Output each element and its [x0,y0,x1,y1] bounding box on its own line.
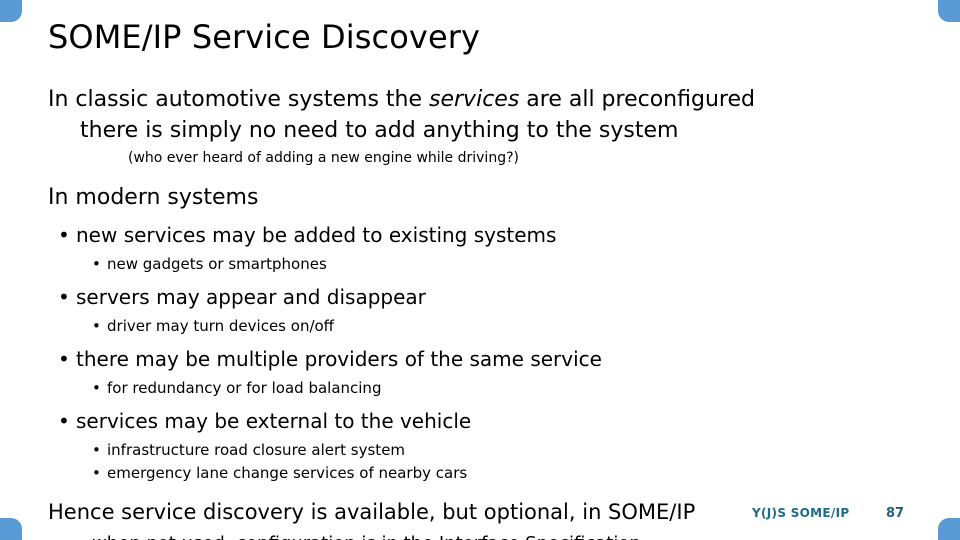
list-item: • services may be external to the vehicle [48,407,928,435]
bullet-dot-icon: • [58,409,70,433]
bullet-dot-icon: • [58,347,70,371]
intro-line-1-prefix: In classic automotive systems the [48,87,430,112]
intro-parenthetical-note: (who ever heard of adding a new engine w… [128,150,519,166]
bullet-dot-icon: • [92,317,101,335]
corner-decoration-bottom-left [0,518,22,540]
list-item: • there may be multiple providers of the … [48,345,928,373]
list-item-label: services may be external to the vehicle [76,409,472,433]
list-item-label: there may be multiple providers of the s… [76,347,602,371]
list-item-label: infrastructure road closure alert system [107,441,406,459]
list-item: • new services may be added to existing s… [48,221,928,249]
conclusion-line-2: when not used, configuration is in the I… [48,531,928,540]
list-item: • emergency lane change services of nearb… [48,462,928,484]
bullet-dot-icon: • [92,441,101,459]
intro-line-1-emphasis: services [429,87,520,112]
bullet-dot-icon: • [92,464,101,482]
bullet-dot-icon: • [92,255,101,273]
intro-line-1-suffix: are all preconfigured [519,87,755,112]
slide: SOME/IP Service Discovery In classic aut… [0,0,960,540]
list-item: • servers may appear and disappear [48,283,928,311]
footer-brand: Y(J)S SOME/IP [752,506,850,520]
list-item: • new gadgets or smartphones [48,253,928,275]
list-item-label: servers may appear and disappear [76,285,426,309]
list-item-label: new services may be added to existing sy… [76,223,557,247]
slide-body: In classic automotive systems the servic… [48,84,928,540]
modern-systems-heading: In modern systems [48,185,259,210]
list-item-label: driver may turn devices on/off [107,317,335,335]
footer-page-number: 87 [886,506,905,521]
list-item: • infrastructure road closure alert syste… [48,439,928,461]
list-item-label: emergency lane change services of nearby… [107,464,468,482]
list-item-label: for redundancy or for load balancing [107,379,382,397]
list-item: • driver may turn devices on/off [48,315,928,337]
corner-decoration-top-right [938,0,960,22]
slide-title: SOME/IP Service Discovery [48,18,481,56]
list-item-label: new gadgets or smartphones [107,255,327,273]
intro-line-2: there is simply no need to add anything … [80,118,679,143]
bullet-dot-icon: • [58,223,70,247]
corner-decoration-bottom-right [938,518,960,540]
corner-decoration-top-left [0,0,22,22]
bullet-dot-icon: • [58,285,70,309]
list-item: • for redundancy or for load balancing [48,377,928,399]
intro-line-1: In classic automotive systems the servic… [48,84,928,115]
bullet-dot-icon: • [92,379,101,397]
